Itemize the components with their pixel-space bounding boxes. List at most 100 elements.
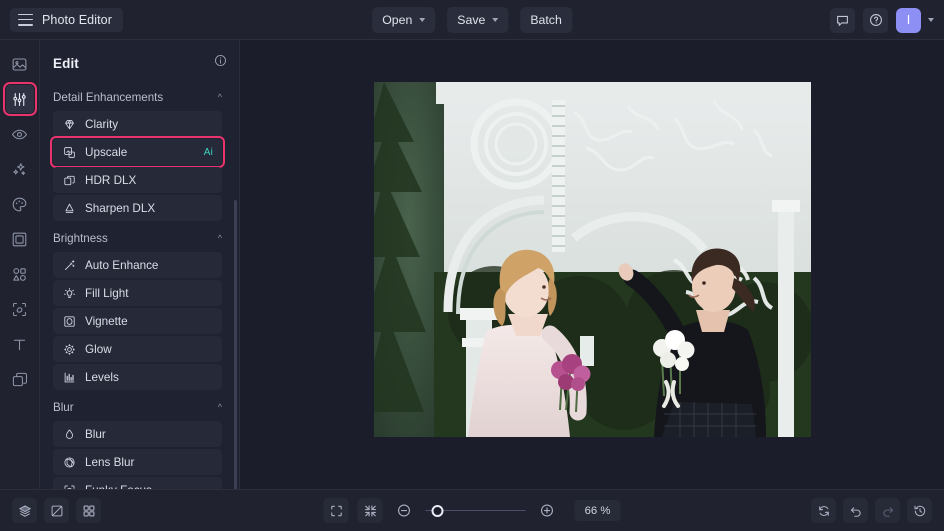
account-chevron-down-icon[interactable] [928, 18, 934, 22]
history-button[interactable] [907, 498, 932, 523]
edit-panel: Edit Detail Enhancements ^ [40, 40, 240, 489]
hdr-icon [62, 173, 76, 187]
top-toolbar: Photo Editor Open Save Batch [0, 0, 944, 40]
layers-stack-button[interactable] [12, 498, 37, 523]
help-icon [869, 13, 883, 27]
edit-item-label: Clarity [85, 118, 118, 131]
zoom-slider[interactable] [426, 504, 526, 518]
edit-item-label: Fill Light [85, 287, 129, 300]
vignette-icon [62, 314, 76, 328]
photo-canvas[interactable] [374, 82, 811, 437]
palette-icon [11, 196, 28, 213]
edit-item-vignette[interactable]: Vignette [53, 308, 222, 334]
grid-view-icon [82, 504, 96, 518]
group-header-detail-enhancements[interactable]: Detail Enhancements ^ [40, 82, 231, 111]
undo-button[interactable] [843, 498, 868, 523]
rail-item-edit[interactable] [6, 85, 34, 113]
edit-item-auto-enhance[interactable]: Auto Enhance [53, 252, 222, 278]
page-title: Edit [53, 56, 79, 71]
levels-icon [62, 370, 76, 384]
edit-item-levels[interactable]: Levels [53, 364, 222, 390]
edit-item-clarity[interactable]: Clarity [53, 111, 222, 137]
layers-icon [11, 371, 28, 388]
app-menu-button[interactable]: Photo Editor [10, 8, 123, 32]
edit-item-sharpen-dlx[interactable]: Sharpen DLX [53, 195, 222, 221]
edit-item-fill-light[interactable]: Fill Light [53, 280, 222, 306]
tool-rail [0, 40, 40, 489]
text-icon [11, 336, 28, 353]
avatar[interactable]: I [896, 8, 921, 33]
group-header-blur[interactable]: Blur ^ [40, 392, 231, 421]
info-button[interactable] [214, 54, 227, 72]
rail-item-color[interactable] [6, 190, 34, 218]
feedback-icon [836, 14, 849, 27]
canvas-area[interactable] [240, 40, 944, 489]
zoom-in-button[interactable] [535, 498, 560, 523]
glow-icon [62, 342, 76, 356]
help-button[interactable] [863, 8, 888, 33]
ai-badge: Ai [204, 147, 213, 158]
rail-item-text[interactable] [6, 330, 34, 358]
edit-item-hdr-dlx[interactable]: HDR DLX [53, 167, 222, 193]
grid-view-button[interactable] [76, 498, 101, 523]
edit-item-blur[interactable]: Blur [53, 421, 222, 447]
group-title: Detail Enhancements [53, 91, 163, 104]
redo-button[interactable] [875, 498, 900, 523]
app-body: Edit Detail Enhancements ^ [0, 40, 944, 489]
zoom-level-value[interactable]: 66 % [575, 500, 621, 521]
reset-button[interactable] [811, 498, 836, 523]
edit-item-label: Vignette [85, 315, 128, 328]
save-button[interactable]: Save [447, 7, 508, 33]
reset-icon [817, 504, 831, 518]
bottom-left-tools [12, 498, 101, 523]
panel-scrollbar[interactable] [234, 200, 237, 489]
rail-item-image[interactable] [6, 50, 34, 78]
actual-size-button[interactable] [358, 498, 383, 523]
zoom-slider-wrap [426, 504, 526, 518]
rail-item-cutout[interactable] [6, 295, 34, 323]
group-title: Blur [53, 401, 74, 414]
edit-item-upscale[interactable]: Upscale Ai [53, 139, 222, 165]
history-controls [811, 498, 932, 523]
history-icon [913, 504, 927, 518]
cutout-icon [11, 301, 28, 318]
rail-item-overlay[interactable] [6, 365, 34, 393]
droplet-icon [62, 427, 76, 441]
rail-item-effects[interactable] [6, 155, 34, 183]
group-header-brightness[interactable]: Brightness ^ [40, 223, 231, 252]
open-button[interactable]: Open [372, 7, 435, 33]
frame-icon [11, 231, 28, 248]
upscale-icon [62, 145, 76, 159]
magic-wand-icon [62, 258, 76, 272]
edit-item-label: HDR DLX [85, 174, 136, 187]
image-icon [11, 56, 28, 73]
edit-item-label: Lens Blur [85, 456, 134, 469]
edit-item-funky-focus[interactable]: Funky Focus [53, 477, 222, 489]
compare-button[interactable] [44, 498, 69, 523]
aperture-icon [62, 455, 76, 469]
info-icon [214, 54, 227, 67]
edit-item-label: Auto Enhance [85, 259, 158, 272]
batch-button[interactable]: Batch [520, 7, 571, 33]
compare-icon [50, 504, 64, 518]
edit-panel-scroll-region[interactable]: Detail Enhancements ^ Clarity [40, 82, 239, 489]
zoom-controls: 66 % [324, 498, 621, 523]
app-title: Photo Editor [42, 13, 112, 27]
rail-item-retouch[interactable] [6, 120, 34, 148]
rail-item-frames[interactable] [6, 225, 34, 253]
zoom-out-button[interactable] [392, 498, 417, 523]
edit-item-label: Glow [85, 343, 112, 356]
rail-item-shapes[interactable] [6, 260, 34, 288]
zoom-out-icon [397, 503, 412, 518]
edit-item-lens-blur[interactable]: Lens Blur [53, 449, 222, 475]
edit-item-glow[interactable]: Glow [53, 336, 222, 362]
hamburger-icon [18, 14, 33, 26]
save-button-label: Save [457, 13, 485, 27]
feedback-button[interactable] [830, 8, 855, 33]
fit-screen-button[interactable] [324, 498, 349, 523]
edit-item-label: Levels [85, 371, 119, 384]
chevron-up-icon: ^ [218, 234, 222, 243]
chevron-up-icon: ^ [218, 93, 222, 102]
redo-icon [881, 504, 895, 518]
zoom-slider-handle[interactable] [432, 505, 444, 517]
